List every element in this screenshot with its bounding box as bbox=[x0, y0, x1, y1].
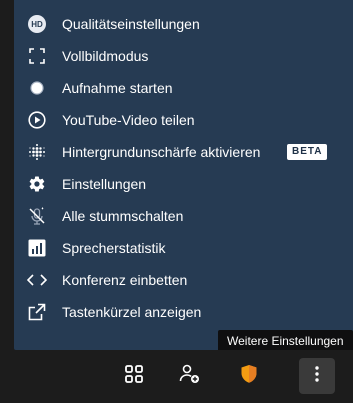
play-circle-icon bbox=[27, 110, 47, 130]
more-options-button[interactable] bbox=[299, 358, 335, 394]
more-options-menu: HD Qualitätseinstellungen Vollbildmodus … bbox=[14, 0, 353, 350]
menu-item-recording[interactable]: Aufnahme starten bbox=[14, 72, 344, 104]
menu-item-label: Sprecherstatistik bbox=[62, 240, 166, 256]
menu-item-mute-all[interactable]: Alle stummschalten bbox=[14, 200, 344, 232]
menu-item-label: Konferenz einbetten bbox=[62, 272, 188, 288]
menu-item-label: Qualitätseinstellungen bbox=[62, 16, 200, 32]
menu-item-label: Tastenkürzel anzeigen bbox=[62, 304, 202, 320]
fullscreen-icon bbox=[27, 46, 47, 66]
code-icon bbox=[27, 270, 47, 290]
tile-view-button[interactable] bbox=[116, 358, 152, 394]
menu-item-keyboard-shortcuts[interactable]: Tastenkürzel anzeigen bbox=[14, 296, 344, 328]
security-options-button[interactable] bbox=[231, 358, 267, 394]
record-icon bbox=[27, 78, 47, 98]
invite-people-icon bbox=[179, 364, 201, 389]
menu-item-label: Einstellungen bbox=[62, 176, 147, 192]
menu-item-settings[interactable]: Einstellungen bbox=[14, 168, 344, 200]
menu-item-embed-meeting[interactable]: Konferenz einbetten bbox=[14, 264, 344, 296]
tooltip-more-options: Weitere Einstellungen bbox=[218, 330, 353, 352]
menu-item-label: Aufnahme starten bbox=[62, 80, 173, 96]
menu-item-label: Hintergrundunschärfe aktivieren bbox=[62, 144, 261, 160]
menu-item-quality[interactable]: HD Qualitätseinstellungen bbox=[14, 8, 344, 40]
security-shield-icon bbox=[240, 364, 258, 389]
menu-item-label: Vollbildmodus bbox=[62, 48, 149, 64]
gear-icon bbox=[27, 174, 47, 194]
menu-item-share-youtube[interactable]: YouTube-Video teilen bbox=[14, 104, 344, 136]
bottom-toolbar bbox=[0, 350, 353, 403]
mic-off-icon bbox=[27, 206, 47, 226]
menu-item-background-blur[interactable]: Hintergrundunschärfe aktivieren BETA bbox=[14, 136, 353, 168]
bar-chart-icon bbox=[27, 238, 47, 258]
invite-people-button[interactable] bbox=[172, 358, 208, 394]
menu-item-fullscreen[interactable]: Vollbildmodus bbox=[14, 40, 344, 72]
menu-item-label: YouTube-Video teilen bbox=[62, 112, 195, 128]
menu-item-speaker-stats[interactable]: Sprecherstatistik bbox=[14, 232, 344, 264]
meeting-screen: HD Qualitätseinstellungen Vollbildmodus … bbox=[0, 0, 353, 403]
open-external-icon bbox=[27, 302, 47, 322]
blur-icon bbox=[27, 142, 47, 162]
hd-icon-text: HD bbox=[31, 20, 43, 29]
menu-item-label: Alle stummschalten bbox=[62, 208, 184, 224]
hd-quality-icon: HD bbox=[27, 14, 47, 34]
tile-view-icon bbox=[125, 364, 143, 388]
more-options-icon bbox=[314, 365, 320, 388]
beta-badge: BETA bbox=[287, 144, 328, 160]
